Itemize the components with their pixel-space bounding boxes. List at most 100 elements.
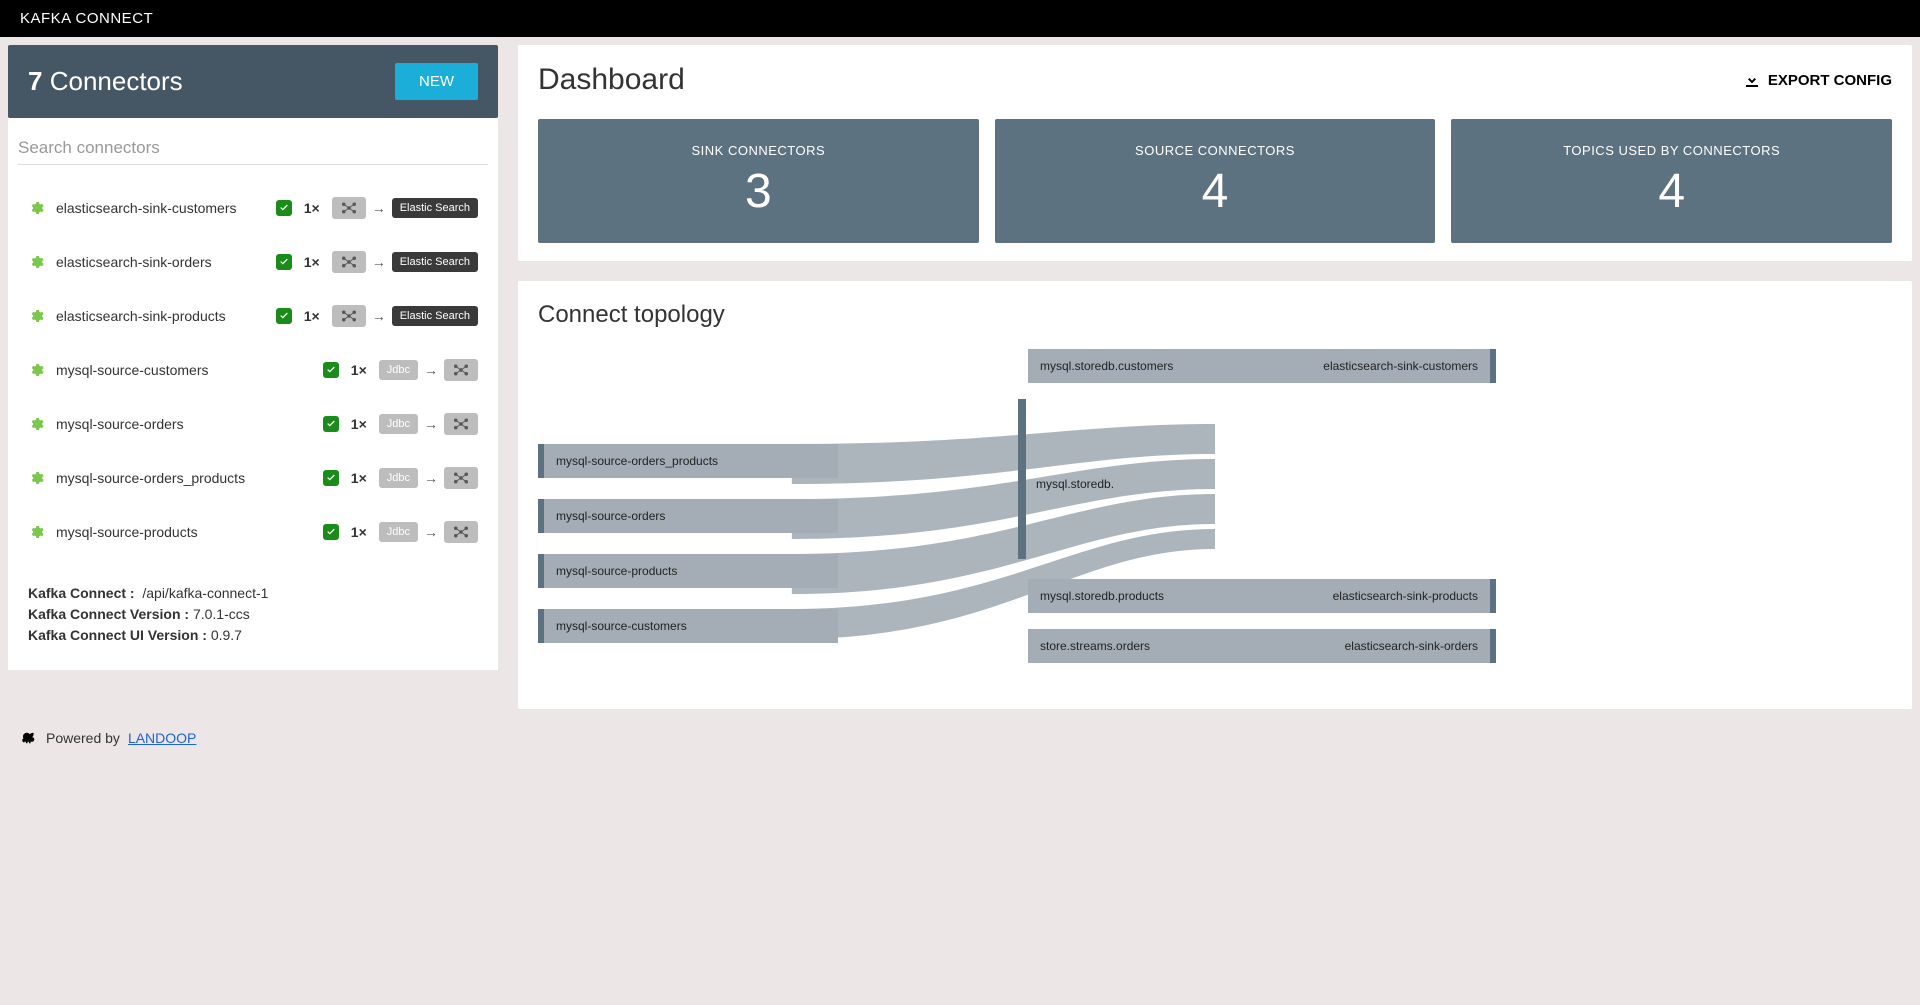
task-count: 1× [304, 308, 320, 324]
info-block: Kafka Connect : /api/kafka-connect-1 Kaf… [8, 569, 498, 670]
topology-topic-node[interactable]: store.streams.orderselasticsearch-sink-o… [1028, 629, 1496, 663]
status-ok-icon [323, 470, 339, 486]
stat-card[interactable]: SOURCE CONNECTORS 4 [995, 119, 1436, 243]
connector-item[interactable]: mysql-source-products 1× Jdbc → [8, 505, 498, 559]
cluster-icon [452, 471, 470, 485]
gear-icon [28, 524, 44, 540]
gear-icon [28, 470, 44, 486]
cluster-icon [340, 255, 358, 269]
arrow-icon: → [372, 308, 386, 324]
status-ok-icon [323, 416, 339, 432]
cluster-icon [452, 525, 470, 539]
task-count: 1× [304, 200, 320, 216]
main-content: Dashboard EXPORT CONFIG SINK CONNECTORS … [518, 45, 1912, 709]
arrow-icon: → [424, 362, 438, 378]
stat-card[interactable]: SINK CONNECTORS 3 [538, 119, 979, 243]
arrow-icon: → [372, 254, 386, 270]
topology-source-node[interactable]: mysql-source-customers [538, 609, 838, 643]
task-count: 1× [351, 470, 367, 486]
topology-topic-node[interactable]: mysql.storedb.productselasticsearch-sink… [1028, 579, 1496, 613]
download-icon [1744, 72, 1760, 88]
connector-name: mysql-source-orders_products [56, 470, 311, 486]
source-tag: Jdbc [379, 522, 418, 542]
page-title: Dashboard [538, 63, 685, 97]
task-count: 1× [351, 524, 367, 540]
status-ok-icon [323, 362, 339, 378]
connector-name: mysql-source-customers [56, 362, 311, 378]
app-title: KAFKA CONNECT [20, 10, 153, 27]
connector-flow: → Elastic Search [332, 197, 478, 219]
connector-name: mysql-source-products [56, 524, 311, 540]
connector-item[interactable]: mysql-source-orders 1× Jdbc → [8, 397, 498, 451]
stat-value: 3 [548, 164, 969, 219]
connector-list: elasticsearch-sink-customers 1× → Elasti… [8, 171, 498, 569]
search-input[interactable] [18, 132, 488, 165]
kafka-icon-tag [444, 521, 478, 543]
sidebar: 7 Connectors NEW elasticsearch-sink-cust… [8, 45, 498, 709]
connector-name: mysql-source-orders [56, 416, 311, 432]
task-count: 1× [351, 362, 367, 378]
status-ok-icon [323, 524, 339, 540]
kafka-icon-tag [444, 359, 478, 381]
connector-item[interactable]: elasticsearch-sink-products 1× → Elastic… [8, 289, 498, 343]
search-wrap [8, 118, 498, 171]
connector-item[interactable]: elasticsearch-sink-customers 1× → Elasti… [8, 181, 498, 235]
arrow-icon: → [372, 200, 386, 216]
connector-item[interactable]: mysql-source-customers 1× Jdbc → [8, 343, 498, 397]
app-header: KAFKA CONNECT [0, 0, 1920, 37]
sink-tag: Elastic Search [392, 252, 478, 272]
task-count: 1× [351, 416, 367, 432]
gear-icon [28, 308, 44, 324]
connector-flow: Jdbc → [379, 413, 478, 435]
kafka-icon-tag [332, 305, 366, 327]
connector-item[interactable]: mysql-source-orders_products 1× Jdbc → [8, 451, 498, 505]
stat-label: SINK CONNECTORS [548, 143, 969, 158]
landoop-icon [20, 729, 38, 747]
connector-name: elasticsearch-sink-orders [56, 254, 264, 270]
new-connector-button[interactable]: NEW [395, 63, 478, 100]
topology-source-node[interactable]: mysql-source-orders_products [538, 444, 838, 478]
task-count: 1× [304, 254, 320, 270]
sidebar-header: 7 Connectors NEW [8, 45, 498, 118]
status-ok-icon [276, 200, 292, 216]
footer: Powered by LANDOOP [0, 717, 1920, 759]
arrow-icon: → [424, 524, 438, 540]
connectors-count-title: 7 Connectors [28, 66, 183, 97]
gear-icon [28, 200, 44, 216]
sink-tag: Elastic Search [392, 198, 478, 218]
source-tag: Jdbc [379, 360, 418, 380]
arrow-icon: → [424, 416, 438, 432]
status-ok-icon [276, 254, 292, 270]
stat-cards: SINK CONNECTORS 3 SOURCE CONNECTORS 4 TO… [538, 119, 1892, 243]
kafka-icon-tag [444, 467, 478, 489]
kafka-icon-tag [444, 413, 478, 435]
topology-topic-node[interactable]: mysql.storedb.customerselasticsearch-sin… [1028, 349, 1496, 383]
cluster-icon [452, 363, 470, 377]
gear-icon [28, 254, 44, 270]
kafka-icon-tag [332, 251, 366, 273]
landoop-link[interactable]: LANDOOP [128, 730, 196, 746]
connector-flow: → Elastic Search [332, 251, 478, 273]
topology-canvas: mysql-source-orders_products mysql-sourc… [538, 349, 1892, 689]
cluster-icon [340, 309, 358, 323]
dashboard-panel: Dashboard EXPORT CONFIG SINK CONNECTORS … [518, 45, 1912, 261]
cluster-icon [340, 201, 358, 215]
stat-label: SOURCE CONNECTORS [1005, 143, 1426, 158]
gear-icon [28, 362, 44, 378]
topology-panel: Connect topology mysql-source-orders_pro… [518, 281, 1912, 709]
stat-card[interactable]: TOPICS USED BY CONNECTORS 4 [1451, 119, 1892, 243]
cluster-icon [452, 417, 470, 431]
gear-icon [28, 416, 44, 432]
connector-name: elasticsearch-sink-products [56, 308, 264, 324]
export-config-button[interactable]: EXPORT CONFIG [1744, 72, 1892, 89]
connector-item[interactable]: elasticsearch-sink-orders 1× → Elastic S… [8, 235, 498, 289]
connector-flow: → Elastic Search [332, 305, 478, 327]
sink-tag: Elastic Search [392, 306, 478, 326]
connector-flow: Jdbc → [379, 521, 478, 543]
kafka-icon-tag [332, 197, 366, 219]
source-tag: Jdbc [379, 468, 418, 488]
topology-source-node[interactable]: mysql-source-products [538, 554, 838, 588]
connector-flow: Jdbc → [379, 467, 478, 489]
topology-source-node[interactable]: mysql-source-orders [538, 499, 838, 533]
arrow-icon: → [424, 470, 438, 486]
